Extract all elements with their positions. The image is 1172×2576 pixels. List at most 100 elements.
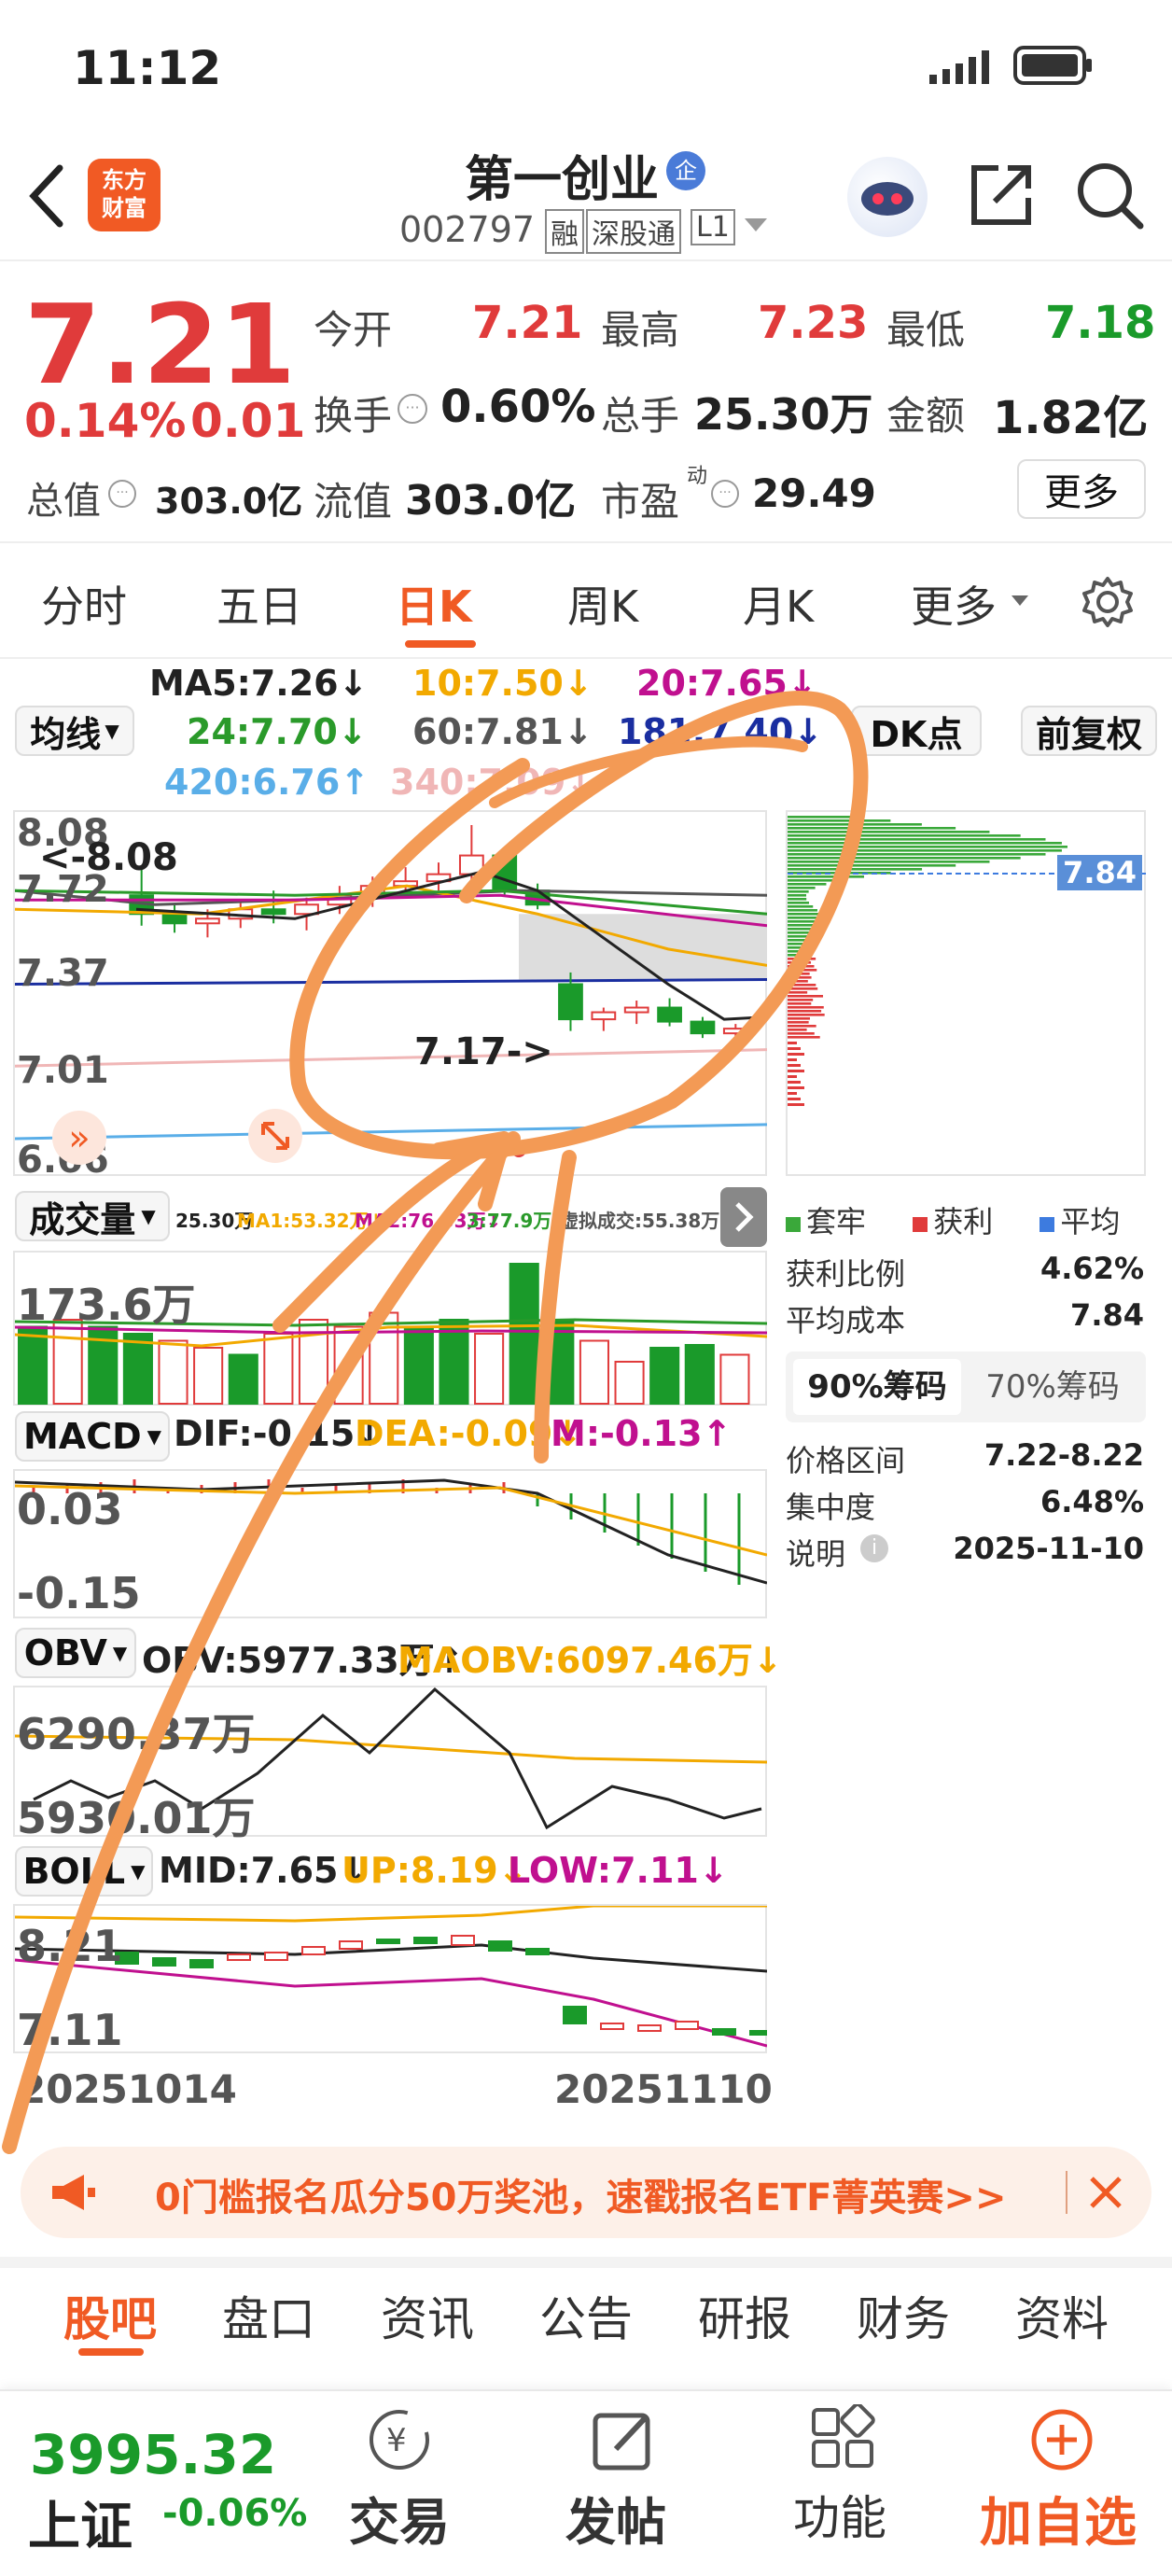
ma181-value: 181:7.40↓	[618, 711, 823, 752]
tab-chip-90[interactable]: 90%筹码	[793, 1359, 961, 1415]
boll-candle	[265, 1953, 287, 1960]
ma181-line	[15, 979, 767, 984]
share-icon[interactable]	[967, 161, 1036, 230]
back-icon[interactable]	[24, 159, 71, 233]
chip-bar	[788, 943, 806, 945]
obv-select-button[interactable]: OBV ▼	[15, 1628, 136, 1678]
tab-orderbook[interactable]: 盘口	[222, 2282, 315, 2349]
chevron-down-icon: ▼	[141, 1205, 155, 1227]
chip-bar	[788, 946, 806, 949]
megaphone-icon	[49, 2171, 97, 2214]
chip-bar	[788, 864, 956, 867]
info-icon[interactable]: i	[860, 1534, 888, 1562]
concentration-label: 集中度	[786, 1484, 875, 1527]
macd-dif: DIF:-0.15↓	[174, 1413, 384, 1454]
logo-line-1: 东方	[88, 166, 160, 194]
chip-bar	[788, 875, 864, 878]
legend-avg-swatch	[1039, 1217, 1054, 1232]
close-icon[interactable]	[1084, 2171, 1127, 2214]
obv-select-label: OBV	[24, 1632, 107, 1673]
expand-panel-button[interactable]	[720, 1187, 767, 1247]
low-value: 7.18	[1045, 297, 1155, 349]
adjust-label: 前复权	[1036, 706, 1142, 757]
tab-profile[interactable]: 资料	[1015, 2282, 1109, 2349]
candle	[196, 918, 219, 923]
volume-select-button[interactable]: 成交量 ▼	[15, 1191, 170, 1241]
info-icon[interactable]: ···	[398, 394, 427, 424]
double-chevron-icon[interactable]: »	[52, 1111, 106, 1165]
tab-intraday[interactable]: 分时	[41, 573, 127, 635]
tab-finance[interactable]: 财务	[857, 2282, 950, 2349]
ma5-value: MA5:7.26↓	[149, 663, 368, 704]
ma-select-button[interactable]: 均线 ▼	[15, 706, 134, 756]
ma340-line	[15, 1050, 767, 1067]
promo-banner[interactable]: 0门槛报名瓜分50万奖池，速戳报名ETF菁英赛>>	[21, 2147, 1151, 2238]
volume-bar	[19, 1327, 47, 1405]
chip-bar	[788, 950, 806, 953]
macd-select-button[interactable]: MACD ▼	[15, 1411, 170, 1462]
boll-chart: 8.21 7.11	[13, 1904, 767, 2053]
volume-value: 25.30万	[694, 381, 873, 442]
tab-research[interactable]: 研报	[698, 2282, 791, 2349]
kline-chart[interactable]: 8.08 7.72 7.37 7.01 6.66 <-8.08 7.17-> »	[13, 810, 767, 1176]
battery-icon	[1013, 45, 1094, 86]
more-button[interactable]: 更多	[1017, 459, 1146, 519]
boll-candle	[452, 1936, 474, 1945]
low-label: 最低	[886, 299, 965, 356]
post-label[interactable]: 发帖	[565, 2481, 666, 2555]
trade-icon[interactable]: ¥	[364, 2404, 435, 2475]
note-label: 说明	[786, 1531, 845, 1574]
info-icon[interactable]: ···	[108, 480, 136, 508]
info-icon[interactable]: ···	[711, 480, 739, 508]
tab-five-day[interactable]: 五日	[216, 573, 302, 635]
chip-bar	[788, 853, 1045, 856]
volume-bar	[124, 1334, 152, 1404]
profit-ratio-label: 获利比例	[786, 1251, 905, 1294]
tab-announcement[interactable]: 公告	[539, 2282, 633, 2349]
chip-distribution-chart[interactable]: 7.84	[786, 810, 1146, 1176]
boll-candle	[228, 1954, 250, 1960]
mktcap-value: 303.0亿	[155, 472, 302, 524]
high-price-marker: <-8.08	[39, 836, 178, 879]
chip-avg-price-tag: 7.84	[1057, 855, 1142, 890]
adjust-button[interactable]: 前复权	[1021, 706, 1157, 756]
tab-forum[interactable]: 股吧	[63, 2282, 157, 2349]
tab-more[interactable]: 更多	[911, 573, 997, 635]
volume-select-label: 成交量	[29, 1191, 135, 1242]
tab-weekly-k[interactable]: 周K	[567, 573, 638, 635]
legend-profit-swatch	[913, 1217, 928, 1232]
badge-margin: 融	[545, 209, 584, 254]
plus-circle-icon[interactable]	[1026, 2404, 1097, 2475]
grid-icon[interactable]	[808, 2404, 879, 2475]
svg-text:¥: ¥	[386, 2422, 407, 2459]
macd-chart: 0.03 -0.15	[13, 1469, 767, 1618]
function-label[interactable]: 功能	[793, 2481, 886, 2548]
post-icon[interactable]	[588, 2404, 659, 2475]
tab-monthly-k[interactable]: 月K	[743, 573, 814, 635]
turnover-label: 换手	[314, 385, 392, 441]
chevron-down-icon: ▼	[113, 1642, 127, 1664]
tab-chip-70[interactable]: 70%筹码	[969, 1359, 1137, 1415]
chip-bar	[788, 1029, 807, 1031]
expand-icon[interactable]	[248, 1109, 302, 1163]
candle	[658, 1008, 681, 1022]
chevron-down-icon[interactable]	[745, 218, 767, 231]
gear-icon[interactable]	[1081, 575, 1135, 629]
tab-news[interactable]: 资讯	[381, 2282, 474, 2349]
profit-ratio-value: 4.62%	[1040, 1251, 1144, 1286]
trade-label[interactable]: 交易	[349, 2481, 450, 2555]
tab-daily-k[interactable]: 日K	[396, 573, 472, 635]
boll-select-button[interactable]: BOLL ▼	[15, 1846, 153, 1897]
dk-point-button[interactable]: DK点	[851, 706, 982, 756]
open-value: 7.21	[472, 297, 582, 349]
chip-bar	[788, 1017, 810, 1020]
chip-bar	[788, 958, 816, 960]
chip-bar	[788, 969, 816, 972]
candle	[493, 856, 516, 891]
boll-candle	[153, 1958, 175, 1966]
chip-bar	[788, 1070, 804, 1072]
volume-bar	[650, 1348, 678, 1404]
robot-assistant-icon[interactable]	[847, 157, 928, 237]
search-icon[interactable]	[1073, 159, 1148, 233]
add-watchlist-label[interactable]: 加自选	[980, 2481, 1137, 2556]
